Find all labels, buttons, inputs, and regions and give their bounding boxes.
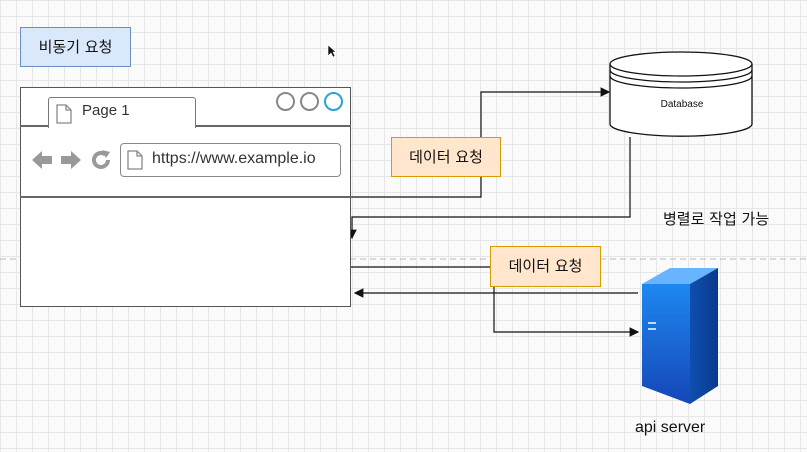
database-label: Database <box>660 99 704 110</box>
window-button-circle[interactable] <box>276 92 295 111</box>
url-text: https://www.example.io <box>152 150 316 167</box>
back-arrow-icon[interactable] <box>30 148 54 172</box>
api-server-label: api server <box>635 419 706 436</box>
page-icon <box>56 104 72 124</box>
api-request-label: 데이터 요청 <box>490 246 601 287</box>
database-cylinder <box>609 51 753 137</box>
window-button-circle[interactable] <box>300 92 319 111</box>
page-icon <box>127 150 143 170</box>
tab-label: Page 1 <box>82 102 130 119</box>
title-label: 비동기 요청 <box>20 27 131 67</box>
forward-arrow-icon[interactable] <box>59 148 83 172</box>
cursor-icon <box>327 44 337 58</box>
db-request-label: 데이터 요청 <box>391 137 501 177</box>
window-button-circle-active[interactable] <box>324 92 343 111</box>
parallel-label: 병렬로 작업 가능 <box>663 210 770 228</box>
browser-content-divider <box>20 196 351 198</box>
server-icon <box>642 268 718 404</box>
reload-icon[interactable] <box>89 148 113 172</box>
